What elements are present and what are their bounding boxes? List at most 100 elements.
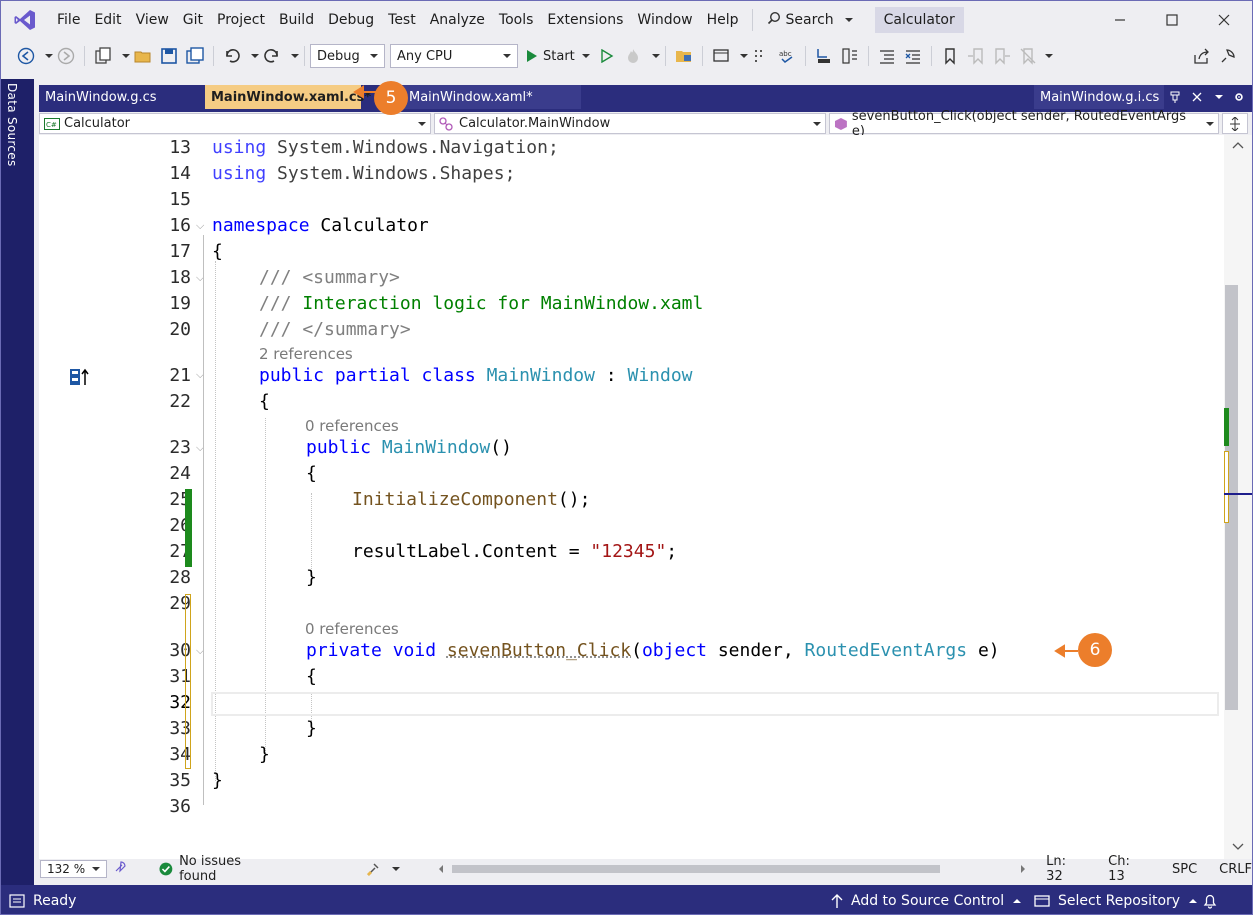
comment-out-lines-icon[interactable] [876, 45, 898, 67]
data-sources-panel-tab[interactable]: Data Sources [1, 79, 34, 885]
class-dropdown[interactable]: Calculator.MainWindow [434, 113, 826, 134]
select-repository-button[interactable]: Select Repository [1034, 893, 1198, 909]
chevron-down-icon [92, 867, 101, 871]
chevron-down-icon[interactable] [251, 54, 259, 58]
toggle-whitespace-icon[interactable] [750, 45, 772, 67]
chevron-down-icon[interactable] [291, 54, 299, 58]
line-ending-indicator[interactable]: CRLF [1219, 862, 1252, 877]
column-indicator[interactable]: Ch: 13 [1108, 854, 1150, 884]
chevron-down-icon[interactable] [651, 54, 660, 58]
menu-item-extensions[interactable]: Extensions [540, 1, 630, 39]
codelens-references[interactable]: 2 references [259, 344, 353, 364]
whitespace-indicator[interactable]: SPC [1172, 862, 1197, 877]
redo-icon[interactable] [261, 45, 283, 67]
solution-platform-select[interactable]: Any CPU [390, 44, 518, 68]
start-without-debugging-icon[interactable] [596, 45, 618, 67]
chevron-down-icon[interactable] [1044, 54, 1053, 58]
tab-settings-button[interactable] [1228, 85, 1250, 109]
scroll-left-icon[interactable] [438, 865, 444, 873]
browse-folder-icon[interactable] [673, 45, 695, 67]
save-icon[interactable] [158, 45, 180, 67]
issues-text: No issues found [179, 854, 242, 884]
window-layout-icon[interactable] [710, 45, 732, 67]
line-number: 25 [169, 489, 191, 510]
tab-list-dropdown[interactable] [1208, 85, 1230, 109]
hot-reload-icon[interactable] [622, 45, 644, 67]
code-line-16: namespace Calculator [212, 213, 429, 239]
menu-item-tools[interactable]: Tools [492, 1, 541, 39]
new-project-icon[interactable] [92, 45, 114, 67]
scroll-up-icon[interactable] [1232, 141, 1244, 149]
split-window-button[interactable] [1222, 113, 1248, 134]
line-indicator[interactable]: Ln: 32 [1046, 854, 1086, 884]
menu-item-debug[interactable]: Debug [321, 1, 381, 39]
code-editor[interactable]: 13 14 15 16 17 18 19 20 21 22 23 24 25 26 27 28 29 30 31 32… [39, 85, 1224, 859]
uncomment-lines-icon[interactable] [902, 45, 924, 67]
menu-item-build[interactable]: Build [272, 1, 321, 39]
code-text: sender, [707, 640, 805, 661]
horizontal-scrollbar[interactable] [438, 862, 1026, 876]
member-dropdown[interactable]: sevenButton_Click(object sender, RoutedE… [829, 109, 1219, 139]
tab-preview-mainwindow-g-i-cs[interactable]: MainWindow.g.i.cs [1034, 85, 1164, 109]
tab-mainwindow-g-cs[interactable]: MainWindow.g.cs [39, 85, 205, 109]
spell-check-icon[interactable]: abc [776, 45, 798, 67]
collapse-region-icon[interactable]: ⌵ [196, 219, 204, 233]
menu-item-window[interactable]: Window [630, 1, 699, 39]
menu-item-file[interactable]: File [50, 1, 87, 39]
implemented-by-icon[interactable] [69, 367, 91, 387]
solution-configuration-select[interactable]: Debug [310, 44, 385, 68]
scroll-right-icon[interactable] [1020, 865, 1026, 873]
search-box[interactable]: Search [759, 1, 861, 39]
class-view-icon[interactable] [839, 45, 861, 67]
menu-item-test[interactable]: Test [381, 1, 423, 39]
chevron-down-icon [581, 54, 590, 58]
bookmark-icon[interactable] [939, 45, 961, 67]
close-preview-tab-button[interactable] [1185, 85, 1209, 109]
codelens-references[interactable]: 0 references [305, 416, 399, 436]
add-to-source-control-button[interactable]: Add to Source Control [831, 893, 1022, 909]
scroll-down-icon[interactable] [1232, 843, 1244, 851]
project-combo-content: C# Calculator [44, 116, 130, 131]
live-share-icon[interactable] [1191, 45, 1213, 67]
chevron-down-icon[interactable] [739, 54, 748, 58]
issues-indicator[interactable]: No issues found [159, 854, 281, 884]
maximize-button[interactable] [1146, 1, 1198, 39]
tab-mainwindow-xaml-cs[interactable]: MainWindow.xaml.cs* [205, 85, 371, 109]
menu-item-analyze[interactable]: Analyze [423, 1, 492, 39]
step-into-icon[interactable] [813, 45, 835, 67]
navigate-forward-icon[interactable] [55, 45, 77, 67]
close-button[interactable] [1198, 1, 1250, 39]
tab-mainwindow-xaml[interactable]: MainWindow.xaml* [403, 85, 581, 109]
keep-open-button[interactable] [1163, 85, 1187, 109]
menu-item-help[interactable]: Help [700, 1, 746, 39]
save-all-icon[interactable] [184, 45, 206, 67]
project-dropdown[interactable]: C# Calculator [39, 113, 431, 134]
vertical-scrollbar[interactable] [1224, 135, 1252, 859]
previous-bookmark-icon[interactable] [965, 45, 987, 67]
code-cleanup-button[interactable] [366, 862, 401, 876]
horizontal-scrollbar-thumb[interactable] [452, 865, 941, 873]
undo-icon[interactable] [221, 45, 243, 67]
start-debugging-button[interactable]: Start [526, 49, 590, 64]
next-bookmark-icon[interactable] [991, 45, 1013, 67]
menu-item-git[interactable]: Git [176, 1, 210, 39]
feedback-icon[interactable] [1217, 45, 1239, 67]
minimize-button[interactable] [1094, 1, 1146, 39]
editor-navigation-bar: C# Calculator Calculator.MainWindow seve… [39, 109, 1252, 139]
menu-item-edit[interactable]: Edit [87, 1, 128, 39]
editor-status-bar: 132 % No issues found Ln: 32 Ch: 13 SPC … [39, 854, 1252, 884]
output-icon[interactable] [9, 893, 25, 908]
codelens-references[interactable]: 0 references [305, 619, 399, 639]
toolbar-divider [213, 46, 214, 66]
navigate-back-icon[interactable] [15, 45, 37, 67]
clear-bookmarks-icon[interactable] [1017, 45, 1039, 67]
chevron-down-icon[interactable] [122, 54, 130, 58]
toolbar-divider [930, 46, 932, 66]
chevron-down-icon[interactable] [45, 54, 53, 58]
menu-item-project[interactable]: Project [210, 1, 272, 39]
notifications-bell-icon[interactable] [1203, 893, 1217, 909]
intellicode-icon[interactable] [113, 860, 127, 878]
open-file-icon[interactable] [132, 45, 154, 67]
menu-item-view[interactable]: View [129, 1, 176, 39]
zoom-select[interactable]: 132 % [40, 860, 108, 878]
